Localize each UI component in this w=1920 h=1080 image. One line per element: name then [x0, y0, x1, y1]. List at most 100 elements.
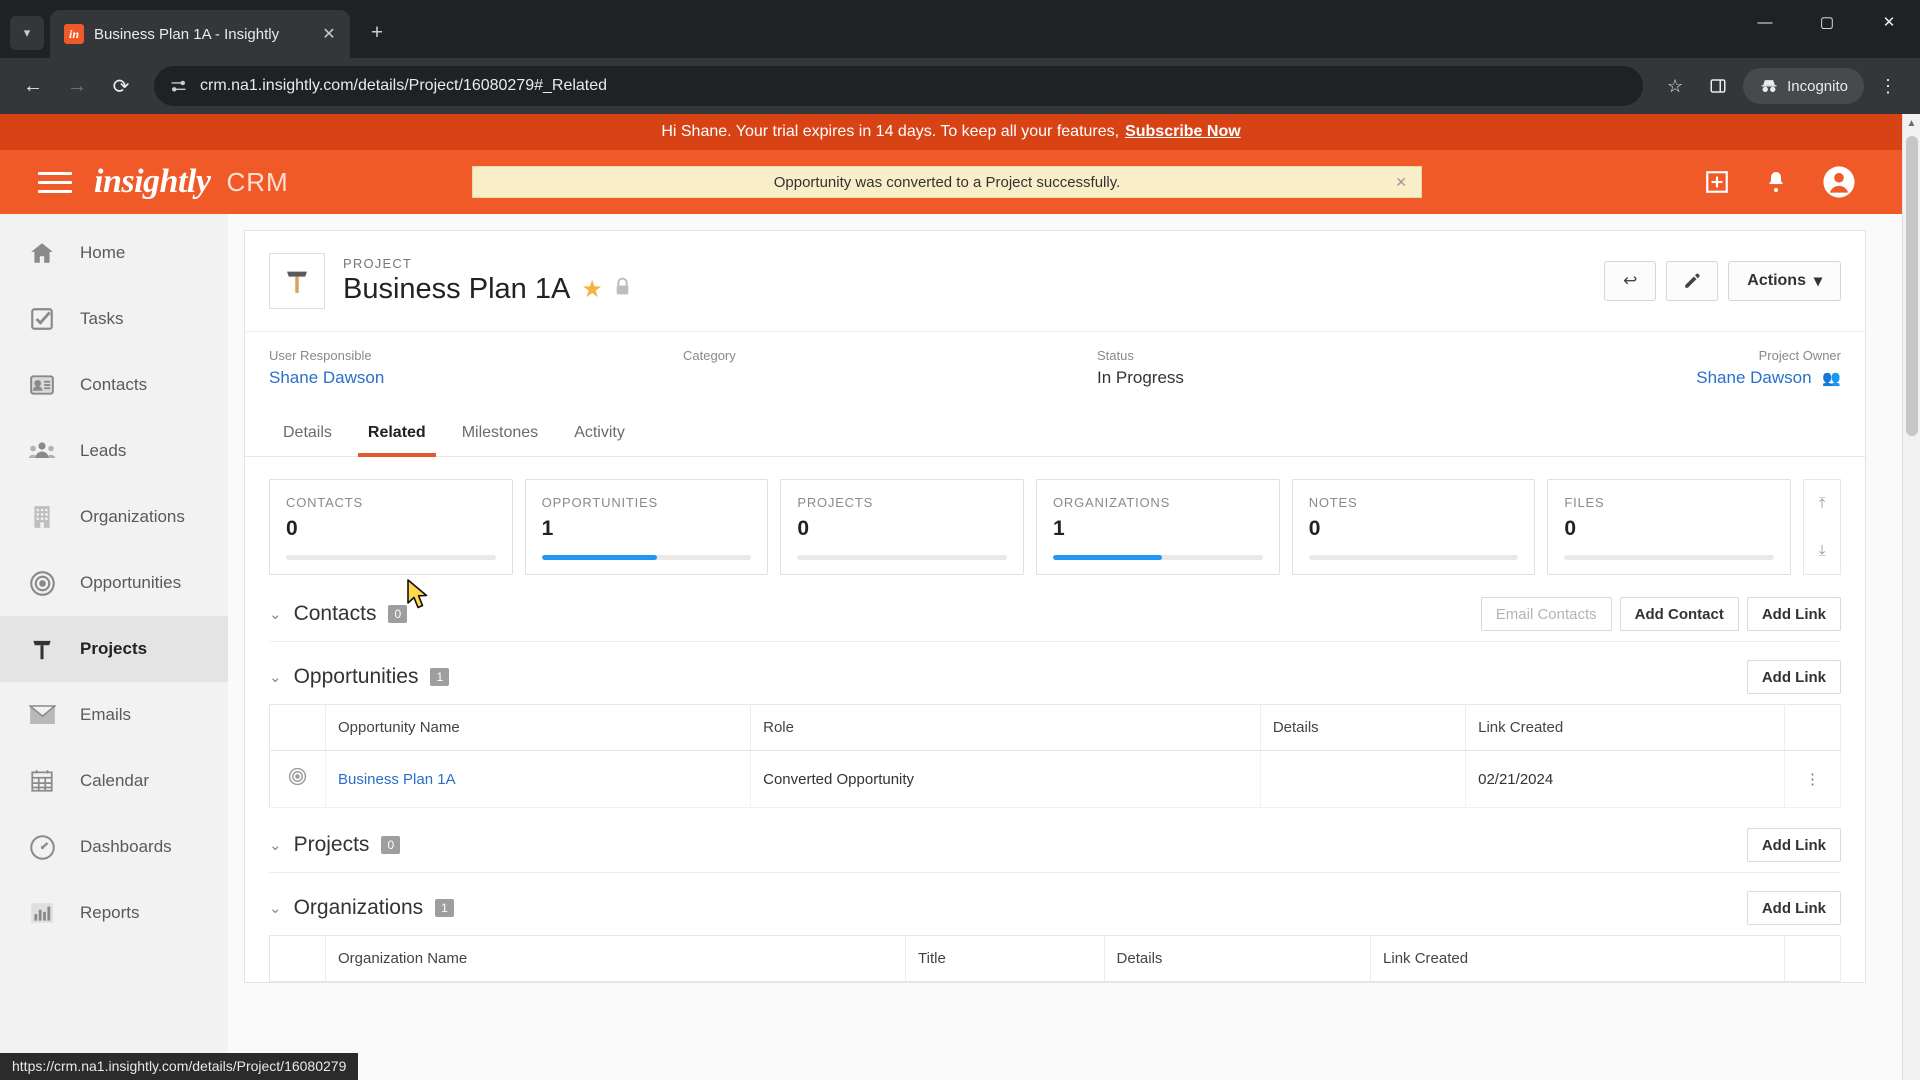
- minimize-icon[interactable]: —: [1734, 0, 1796, 44]
- reload-icon[interactable]: ⟳: [102, 67, 140, 105]
- metric-card-notes[interactable]: NOTES 0: [1291, 479, 1536, 575]
- sidebar-item-dashboards[interactable]: Dashboards: [0, 814, 228, 880]
- notifications-bell-icon[interactable]: [1764, 169, 1788, 195]
- field-value[interactable]: Shane Dawson: [1696, 368, 1811, 387]
- metric-card-files[interactable]: FILES 0: [1547, 479, 1792, 575]
- add-link-button[interactable]: Add Link: [1746, 891, 1841, 925]
- window-close-icon[interactable]: ✕: [1858, 0, 1920, 44]
- page-scrollbar[interactable]: ▲: [1902, 114, 1920, 1080]
- site-settings-icon[interactable]: [170, 78, 187, 95]
- tab-activity[interactable]: Activity: [560, 408, 639, 456]
- incognito-indicator[interactable]: Incognito: [1743, 68, 1864, 104]
- chevron-down-icon[interactable]: ⌄: [269, 899, 282, 917]
- table-header-cell[interactable]: Opportunity Name: [325, 704, 752, 751]
- metric-value: 1: [1053, 517, 1065, 540]
- add-new-icon[interactable]: [1704, 169, 1730, 195]
- sidebar-item-organizations[interactable]: Organizations: [0, 484, 228, 550]
- browser-toolbar: ← → ⟳ crm.na1.insightly.com/details/Proj…: [0, 58, 1920, 114]
- metric-progress: [1053, 555, 1263, 560]
- browser-tab[interactable]: in Business Plan 1A - Insightly ✕: [50, 10, 350, 58]
- table-header-cell[interactable]: Details: [1260, 704, 1467, 751]
- metric-value: 1: [541, 517, 554, 540]
- tab-related[interactable]: Related: [354, 408, 440, 457]
- menu-hamburger-icon[interactable]: [38, 167, 72, 197]
- opportunities-table: Opportunity Name Role Details Link Creat…: [269, 704, 1841, 808]
- table-row[interactable]: Business Plan 1A Converted Opportunity 0…: [269, 750, 1841, 808]
- insightly-logo[interactable]: insightly: [94, 163, 211, 201]
- add-link-button[interactable]: Add Link: [1746, 660, 1841, 694]
- bookmark-star-icon[interactable]: ☆: [1657, 68, 1693, 104]
- section-contacts: ⌄ Contacts 0 Email Contacts Add Contact …: [245, 585, 1865, 642]
- app-header-actions: [1704, 165, 1882, 199]
- scroll-to-bottom-icon[interactable]: ⤓: [1819, 542, 1826, 559]
- sidebar-item-leads[interactable]: Leads: [0, 418, 228, 484]
- new-tab-button[interactable]: +: [360, 16, 394, 50]
- sidebar-item-opportunities[interactable]: Opportunities: [0, 550, 228, 616]
- browser-window: ▾ in Business Plan 1A - Insightly ✕ + — …: [0, 0, 1920, 1080]
- sidebar-item-home[interactable]: Home: [0, 220, 228, 286]
- record-fields: User Responsible Shane Dawson Category S…: [245, 331, 1865, 408]
- sidebar-item-emails[interactable]: Emails: [0, 682, 228, 748]
- back-arrow-button[interactable]: ↩: [1604, 261, 1657, 301]
- address-bar[interactable]: crm.na1.insightly.com/details/Project/16…: [154, 66, 1644, 106]
- user-avatar-icon[interactable]: [1822, 165, 1856, 199]
- incognito-label: Incognito: [1787, 77, 1848, 95]
- add-contact-button[interactable]: Add Contact: [1619, 597, 1739, 631]
- star-icon[interactable]: ★: [581, 275, 603, 304]
- metric-value: 0: [1564, 517, 1577, 540]
- table-header-cell[interactable]: Organization Name: [325, 935, 907, 982]
- add-link-button[interactable]: Add Link: [1746, 597, 1841, 631]
- page-title: Business Plan 1A ★: [343, 273, 631, 306]
- cell-opportunity-name[interactable]: Business Plan 1A: [325, 750, 752, 808]
- close-icon[interactable]: ✕: [318, 23, 340, 45]
- chevron-down-icon[interactable]: ⌄: [269, 836, 282, 854]
- toast-close-icon[interactable]: ✕: [1395, 174, 1407, 191]
- sidebar-item-tasks[interactable]: Tasks: [0, 286, 228, 352]
- scrollbar-thumb[interactable]: [1906, 136, 1918, 436]
- scroll-to-top-icon[interactable]: ⤒: [1819, 495, 1826, 512]
- field-value-row: Shane Dawson 👥: [1511, 368, 1841, 388]
- tab-milestones[interactable]: Milestones: [448, 408, 552, 456]
- tab-details[interactable]: Details: [269, 408, 346, 456]
- side-panel-icon[interactable]: [1699, 67, 1737, 105]
- sidebar-item-contacts[interactable]: Contacts: [0, 352, 228, 418]
- chevron-down-icon[interactable]: ⌄: [269, 605, 282, 623]
- email-contacts-button[interactable]: Email Contacts: [1480, 597, 1612, 631]
- maximize-icon[interactable]: ▢: [1796, 0, 1858, 44]
- organizations-table: Organization Name Title Details Link Cre…: [269, 935, 1841, 982]
- metric-label: NOTES: [1308, 495, 1358, 510]
- record-panel: PROJECT Business Plan 1A ★ ↩ Actions ▾ U…: [244, 230, 1866, 983]
- opportunity-link[interactable]: Business Plan 1A: [338, 771, 456, 788]
- count-badge: 0: [388, 604, 408, 624]
- table-header-cell[interactable]: Link Created: [1465, 704, 1785, 751]
- table-header-cell[interactable]: Title: [905, 935, 1105, 982]
- table-header-cell[interactable]: Details: [1104, 935, 1372, 982]
- table-header-cell[interactable]: Role: [750, 704, 1261, 751]
- browser-menu-icon[interactable]: ⋮: [1870, 68, 1906, 104]
- chevron-down-icon[interactable]: ⌄: [269, 668, 282, 686]
- sidebar-item-calendar[interactable]: Calendar: [0, 748, 228, 814]
- field-value[interactable]: Shane Dawson: [269, 368, 683, 388]
- forward-icon[interactable]: →: [58, 67, 96, 105]
- sidebar-item-projects[interactable]: Projects: [0, 616, 228, 682]
- metric-progress: [1308, 555, 1519, 560]
- edit-pencil-button[interactable]: [1666, 261, 1719, 301]
- back-icon[interactable]: ←: [14, 67, 52, 105]
- metric-card-organizations[interactable]: ORGANIZATIONS 1: [1036, 479, 1280, 575]
- field-project-owner: Project Owner Shane Dawson 👥: [1511, 348, 1841, 388]
- section-buttons: Add Link: [1746, 891, 1841, 925]
- actions-button[interactable]: Actions ▾: [1728, 261, 1841, 301]
- table-header-cell[interactable]: Link Created: [1370, 935, 1785, 982]
- subscribe-now-link[interactable]: Subscribe Now: [1125, 123, 1241, 141]
- status-bar-url: https://crm.na1.insightly.com/details/Pr…: [0, 1053, 359, 1080]
- add-link-button[interactable]: Add Link: [1746, 828, 1841, 862]
- row-menu-icon[interactable]: ⋮: [1784, 750, 1841, 808]
- sidebar-item-reports[interactable]: Reports: [0, 880, 228, 946]
- metric-card-contacts[interactable]: CONTACTS 0: [269, 479, 513, 575]
- cell-details: [1260, 750, 1467, 808]
- home-icon: [26, 237, 58, 269]
- scroll-up-arrow-icon[interactable]: ▲: [1903, 114, 1920, 132]
- metric-card-projects[interactable]: PROJECTS 0: [780, 479, 1025, 575]
- metric-card-opportunities[interactable]: OPPORTUNITIES 1: [524, 479, 769, 575]
- tab-search-icon[interactable]: ▾: [10, 16, 44, 50]
